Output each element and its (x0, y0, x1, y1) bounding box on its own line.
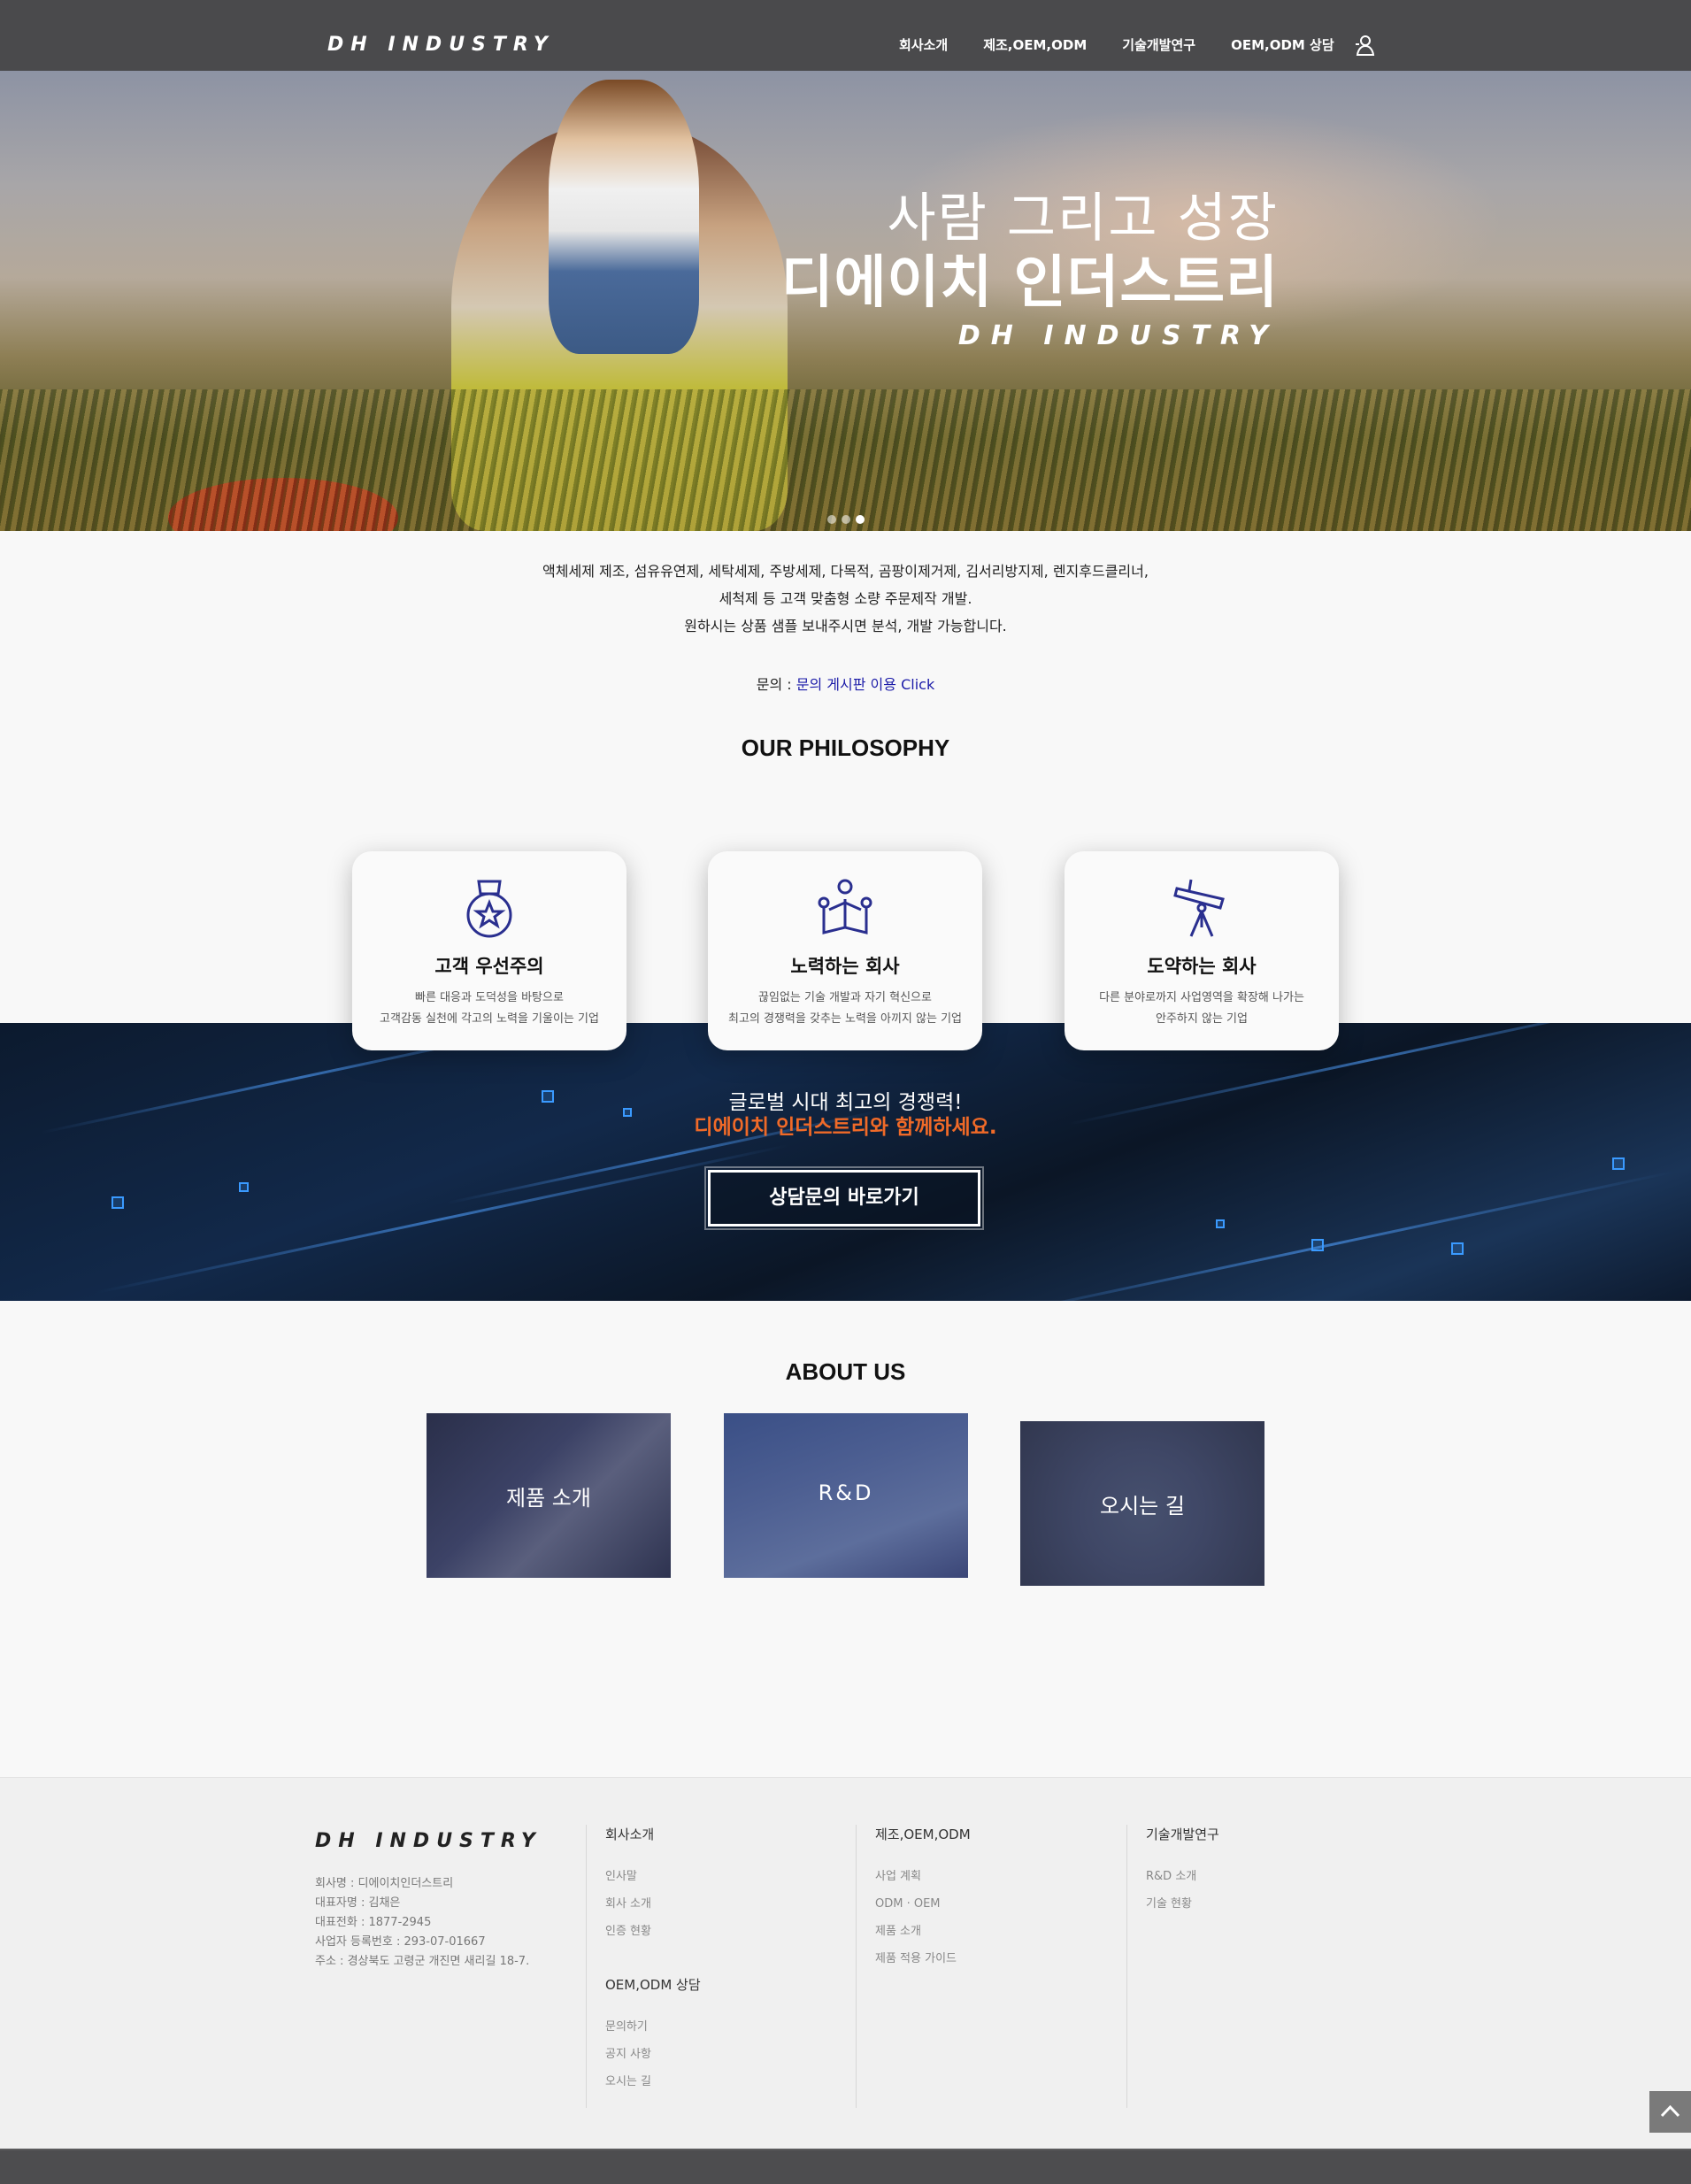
footer-info-line: 사업자 등록번호 : 293-07-01667 (315, 1935, 486, 1949)
footer-link[interactable]: ODM · OEM (875, 1890, 971, 1918)
inquiry-board-link[interactable]: 문의 게시판 이용 Click (796, 676, 934, 693)
nav-item-manufacturing[interactable]: 제조,OEM,ODM (983, 35, 1087, 54)
about-card-products[interactable]: 제품 소개 (427, 1413, 671, 1578)
band-square (111, 1196, 124, 1209)
footer-column-manufacturing: 제조,OEM,ODM 사업 계획 ODM · OEM 제품 소개 제품 적용 가… (856, 1825, 971, 2108)
user-icon[interactable] (1354, 34, 1375, 57)
hero-photo-child (549, 80, 699, 354)
site-logo[interactable]: DH INDUSTRY (327, 34, 555, 56)
philosophy-card-leap: 도약하는 회사 다른 분야로까지 사업영역을 확장해 나가는 안주하지 않는 기… (1065, 851, 1339, 1050)
card-desc-line: 끊임없는 기술 개발과 자기 혁신으로 (758, 991, 932, 1004)
hero-photo-grass (0, 389, 1691, 531)
footer-link[interactable]: R&D 소개 (1146, 1863, 1219, 1890)
hero-banner: 사람 그리고 성장 디에이치 인더스트리 DH INDUSTRY (0, 71, 1691, 531)
main-nav: 회사소개 제조,OEM,ODM 기술개발연구 OEM,ODM 상담 (899, 35, 1370, 54)
footer-info-line: 대표자명 : 김채은 (315, 1896, 401, 1910)
band-square (1216, 1219, 1225, 1228)
inquiry-label: 문의 : (756, 676, 792, 693)
philosophy-card-customer: 고객 우선주의 빠른 대응과 도덕성을 바탕으로 고객감동 실천에 각고의 노력… (352, 851, 626, 1050)
footer-link[interactable]: 인사말 (605, 1863, 701, 1890)
hero-brand: DH INDUSTRY (957, 320, 1279, 351)
band-square (239, 1182, 249, 1192)
footer-link[interactable]: 기술 현황 (1146, 1890, 1219, 1918)
footer (0, 1777, 1691, 2149)
footer-link[interactable]: 인증 현황 (605, 1918, 701, 1945)
band-square (1451, 1242, 1464, 1255)
footer-info-line: 대표전화 : 1877-2945 (315, 1916, 432, 1929)
footer-column-title[interactable]: OEM,ODM 상담 (605, 1975, 701, 1994)
cta-band (0, 1023, 1691, 1301)
philosophy-card-effort: 노력하는 회사 끊임없는 기술 개발과 자기 혁신으로 최고의 경쟁력을 갖추는… (708, 851, 982, 1050)
scroll-to-top-button[interactable] (1649, 2091, 1691, 2133)
about-title: ABOUT US (785, 1358, 906, 1385)
card-desc-line: 빠른 대응과 도덕성을 바탕으로 (415, 991, 564, 1004)
card-desc-line: 다른 분야로까지 사업영역을 확장해 나가는 (1099, 991, 1304, 1004)
footer-column-title[interactable]: 기술개발연구 (1146, 1825, 1219, 1843)
band-streak (980, 1170, 1674, 1301)
slider-dots (827, 515, 865, 524)
consult-button[interactable]: 상담문의 바로가기 (704, 1166, 984, 1230)
footer-link[interactable]: 오시는 길 (605, 2068, 701, 2096)
footer-link[interactable]: 제품 소개 (875, 1918, 971, 1945)
footer-info-line: 회사명 : 디에이치인더스트리 (315, 1877, 454, 1890)
about-card-label: R&D (818, 1480, 874, 1505)
medal-star-icon (461, 878, 518, 940)
bottom-bar (0, 2149, 1691, 2184)
footer-column-title[interactable]: 회사소개 (605, 1825, 701, 1843)
card-description: 다른 분야로까지 사업영역을 확장해 나가는 안주하지 않는 기업 (1073, 988, 1330, 1030)
footer-column-research: 기술개발연구 R&D 소개 기술 현황 (1126, 1825, 1219, 2108)
footer-logo: DH INDUSTRY (315, 1830, 542, 1852)
intro-text: 액체세제 제조, 섬유유연제, 세탁세제, 주방세제, 다목적, 곰팡이제거제,… (0, 558, 1691, 640)
footer-link[interactable]: 문의하기 (605, 2013, 701, 2041)
intro-line: 세척제 등 고객 맞춤형 소량 주문제작 개발. (719, 590, 972, 607)
footer-column-title[interactable]: 제조,OEM,ODM (875, 1825, 971, 1843)
intro-line: 액체세제 제조, 섬유유연제, 세탁세제, 주방세제, 다목적, 곰팡이제거제,… (542, 563, 1149, 580)
slider-dot-active[interactable] (856, 515, 865, 524)
card-title: 고객 우선주의 (434, 956, 544, 977)
about-card-rnd[interactable]: R&D (724, 1413, 968, 1578)
slider-dot[interactable] (827, 515, 836, 524)
footer-link[interactable]: 공지 사항 (605, 2041, 701, 2068)
card-desc-line: 안주하지 않는 기업 (1156, 1012, 1248, 1026)
about-card-directions[interactable]: 오시는 길 (1020, 1421, 1264, 1586)
chevron-up-icon (1660, 2104, 1680, 2118)
band-subheading: 디에이치 인더스트리와 함께하세요. (694, 1116, 997, 1139)
footer-company-info: 회사명 : 디에이치인더스트리 대표자명 : 김채은 대표전화 : 1877-2… (315, 1874, 529, 1972)
intro-line: 원하시는 상품 샘플 보내주시면 분석, 개발 가능합니다. (684, 618, 1007, 634)
band-streak (96, 1143, 789, 1295)
band-square (1612, 1157, 1625, 1170)
footer-link[interactable]: 제품 적용 가이드 (875, 1945, 971, 1973)
band-square (1311, 1239, 1324, 1251)
footer-link[interactable]: 사업 계획 (875, 1863, 971, 1890)
philosophy-title: OUR PHILOSOPHY (741, 734, 950, 761)
telescope-icon (1173, 878, 1230, 940)
nav-item-research[interactable]: 기술개발연구 (1122, 35, 1195, 54)
card-title: 도약하는 회사 (1147, 956, 1257, 977)
nav-item-company[interactable]: 회사소개 (899, 35, 948, 54)
inquiry-line: 문의 : 문의 게시판 이용 Click (0, 673, 1691, 694)
footer-link[interactable]: 회사 소개 (605, 1890, 701, 1918)
card-desc-line: 최고의 경쟁력을 갖추는 노력을 아끼지 않는 기업 (728, 1012, 962, 1026)
card-description: 빠른 대응과 도덕성을 바탕으로 고객감동 실천에 각고의 노력을 기울이는 기… (361, 988, 618, 1030)
footer-info-line: 주소 : 경상북도 고령군 개진면 새리길 18-7. (315, 1955, 530, 1968)
slider-dot[interactable] (842, 515, 850, 524)
hero-headline: 디에이치 인더스트리 (780, 250, 1279, 316)
about-card-label: 오시는 길 (1100, 1494, 1185, 1519)
card-desc-line: 고객감동 실천에 각고의 노력을 기울이는 기업 (380, 1012, 599, 1026)
card-title: 노력하는 회사 (790, 956, 900, 977)
person-reading-book-icon (817, 878, 873, 940)
nav-item-consulting[interactable]: OEM,ODM 상담 (1231, 35, 1334, 54)
card-description: 끊임없는 기술 개발과 자기 혁신으로 최고의 경쟁력을 갖추는 노력을 아끼지… (717, 988, 973, 1030)
about-card-label: 제품 소개 (506, 1486, 591, 1511)
footer-column-company: 회사소개 인사말 회사 소개 인증 현황 OEM,ODM 상담 문의하기 공지 … (586, 1825, 701, 2108)
header: DH INDUSTRY 회사소개 제조,OEM,ODM 기술개발연구 OEM,O… (0, 0, 1691, 71)
